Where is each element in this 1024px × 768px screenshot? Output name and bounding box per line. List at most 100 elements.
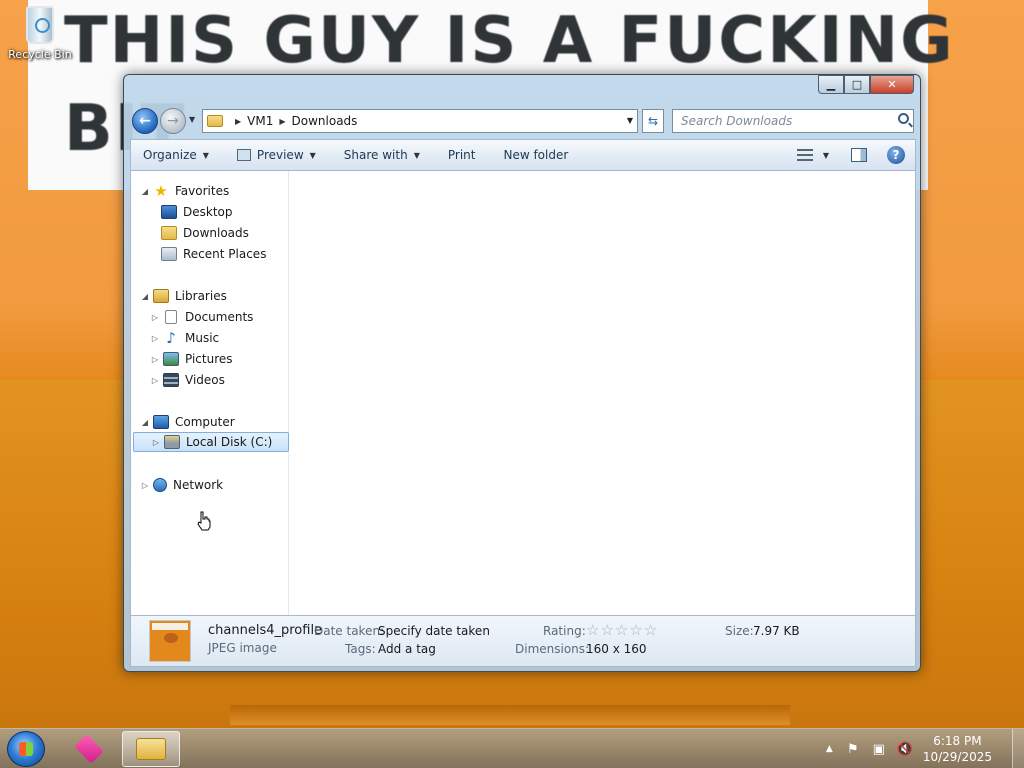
close-button[interactable]: ✕ [870, 75, 914, 94]
expand-icon[interactable]: ▷ [149, 334, 161, 343]
expand-icon[interactable]: ▷ [150, 438, 162, 447]
network-status-icon[interactable]: ▣ [871, 741, 887, 757]
forward-button[interactable]: → [160, 108, 186, 134]
nav-network[interactable]: ▷ Network [139, 475, 223, 495]
new-folder-button[interactable]: New folder [503, 148, 568, 162]
system-tray: ▲ ⚑ ▣ 🔇 6:18 PM 10/29/2025 [826, 729, 1024, 768]
nav-item-videos[interactable]: ▷ Videos [149, 370, 225, 390]
history-dropdown-button[interactable]: ▼ [189, 115, 195, 124]
search-icon[interactable] [898, 113, 909, 124]
navigation-pane: ◢ ★ Favorites Desktop Downloads Recent P… [131, 171, 289, 615]
help-icon[interactable]: ? [887, 146, 905, 164]
clock-date: 10/29/2025 [922, 750, 992, 764]
taskbar-app-pinned[interactable] [60, 731, 118, 767]
details-file-type: JPEG image [208, 641, 277, 655]
nav-label: Recent Places [183, 247, 267, 261]
command-bar: Organize ▼ Preview ▼ Share with ▼ Print … [130, 139, 916, 171]
expand-icon[interactable]: ▷ [149, 376, 161, 385]
nav-label: Music [185, 331, 220, 345]
nav-item-documents[interactable]: ▷ Documents [149, 307, 253, 327]
documents-icon [165, 310, 177, 324]
nav-label: Downloads [183, 226, 249, 240]
nav-item-pictures[interactable]: ▷ Pictures [149, 349, 233, 369]
star-outline-icon[interactable]: ☆ [600, 621, 614, 639]
share-with-label: Share with [343, 148, 408, 162]
expand-icon[interactable]: ▷ [149, 313, 161, 322]
hard-drive-icon [164, 435, 180, 449]
chevron-right-icon[interactable]: ▶ [235, 117, 241, 126]
taskbar-app-explorer[interactable] [122, 731, 180, 767]
libraries-icon [153, 289, 169, 303]
breadcrumb-downloads[interactable]: Downloads [292, 114, 358, 128]
chevron-down-icon: ▼ [202, 150, 209, 160]
details-date-taken-field[interactable]: Specify date taken [378, 624, 490, 638]
chevron-right-icon[interactable]: ▶ [279, 117, 285, 126]
view-details-icon[interactable] [796, 149, 813, 161]
preview-button[interactable]: Preview ▼ [236, 148, 316, 162]
navigation-row: ← → ▼ ▶ VM1 ▶ Downloads ▼ ⇆ Search Downl… [132, 107, 914, 135]
view-controls: ▼ ? [796, 146, 905, 164]
show-desktop-button[interactable] [1012, 729, 1024, 768]
wallpaper-text-line-1: THIS GUY IS A FUCKING [64, 4, 955, 78]
star-outline-icon[interactable]: ☆ [629, 621, 643, 639]
nav-label: Computer [175, 415, 235, 429]
organize-button[interactable]: Organize ▼ [143, 148, 209, 162]
nav-item-local-disk[interactable]: ▷ Local Disk (C:) [133, 432, 289, 452]
desktop-icon [161, 205, 177, 219]
star-outline-icon[interactable]: ☆ [615, 621, 629, 639]
maximize-button[interactable]: □ [844, 75, 870, 94]
star-outline-icon[interactable]: ☆ [586, 621, 600, 639]
expand-icon[interactable]: ▷ [149, 355, 161, 364]
star-outline-icon[interactable]: ☆ [644, 621, 658, 639]
preview-icon [236, 149, 251, 161]
star-icon: ★ [154, 182, 168, 200]
nav-label: Local Disk (C:) [186, 435, 273, 449]
print-button[interactable]: Print [448, 148, 476, 162]
share-with-button[interactable]: Share with ▼ [344, 148, 420, 162]
desktop-icon-recycle-bin[interactable]: Recycle Bin [4, 6, 76, 76]
action-center-flag-icon[interactable]: ⚑ [845, 741, 861, 757]
clock[interactable]: 6:18 PM 10/29/2025 [923, 733, 992, 765]
window-controls: ▁ □ ✕ [818, 75, 914, 95]
organize-label: Organize [143, 148, 197, 162]
preview-pane-icon[interactable] [851, 148, 867, 162]
arrow-right-icon: → [167, 113, 179, 129]
collapse-icon[interactable]: ◢ [139, 418, 151, 427]
file-list-pane[interactable] [290, 171, 915, 615]
details-tags-field[interactable]: Add a tag [378, 642, 436, 656]
search-icon-wrap [672, 109, 914, 133]
details-file-name: channels4_profile [208, 623, 323, 638]
nav-item-downloads[interactable]: Downloads [161, 223, 249, 243]
nav-label: Favorites [175, 184, 230, 198]
details-date-taken-label: Date taken: [314, 624, 385, 638]
rating-stars[interactable]: ☆☆☆☆☆ [586, 621, 658, 639]
collapse-icon[interactable]: ◢ [139, 292, 151, 301]
details-pane: channels4_profile JPEG image Date taken:… [130, 615, 916, 667]
back-button[interactable]: ← [132, 108, 158, 134]
refresh-button[interactable]: ⇆ [642, 109, 664, 133]
nav-item-desktop[interactable]: Desktop [161, 202, 233, 222]
collapse-icon[interactable]: ◢ [139, 187, 151, 196]
nav-label: Network [173, 478, 224, 492]
address-dropdown-icon[interactable]: ▼ [627, 116, 633, 125]
nav-computer[interactable]: ◢ Computer [139, 412, 235, 432]
nav-item-recent-places[interactable]: Recent Places [161, 244, 266, 264]
nav-item-music[interactable]: ▷ ♪ Music [149, 328, 219, 348]
view-dropdown-icon[interactable]: ▼ [823, 151, 829, 160]
hand-cursor-icon [197, 511, 211, 531]
volume-muted-icon[interactable]: 🔇 [897, 741, 913, 757]
recent-places-icon [161, 247, 177, 261]
nav-label: Videos [185, 373, 225, 387]
nav-libraries[interactable]: ◢ Libraries [139, 286, 227, 306]
minimize-button[interactable]: ▁ [818, 75, 844, 94]
breadcrumb-vm1[interactable]: VM1 [247, 114, 273, 128]
start-button[interactable] [7, 731, 45, 767]
expand-icon[interactable]: ▷ [139, 481, 151, 490]
desktop-icon-label: Recycle Bin [8, 48, 72, 61]
nav-favorites[interactable]: ◢ ★ Favorites [139, 181, 229, 201]
details-size-label: Size: [725, 624, 754, 638]
show-hidden-icons-icon[interactable]: ▲ [826, 744, 833, 754]
arrow-left-icon: ← [139, 113, 151, 129]
preview-label: Preview [256, 148, 304, 162]
address-bar[interactable]: ▶ VM1 ▶ Downloads ▼ [202, 109, 638, 133]
